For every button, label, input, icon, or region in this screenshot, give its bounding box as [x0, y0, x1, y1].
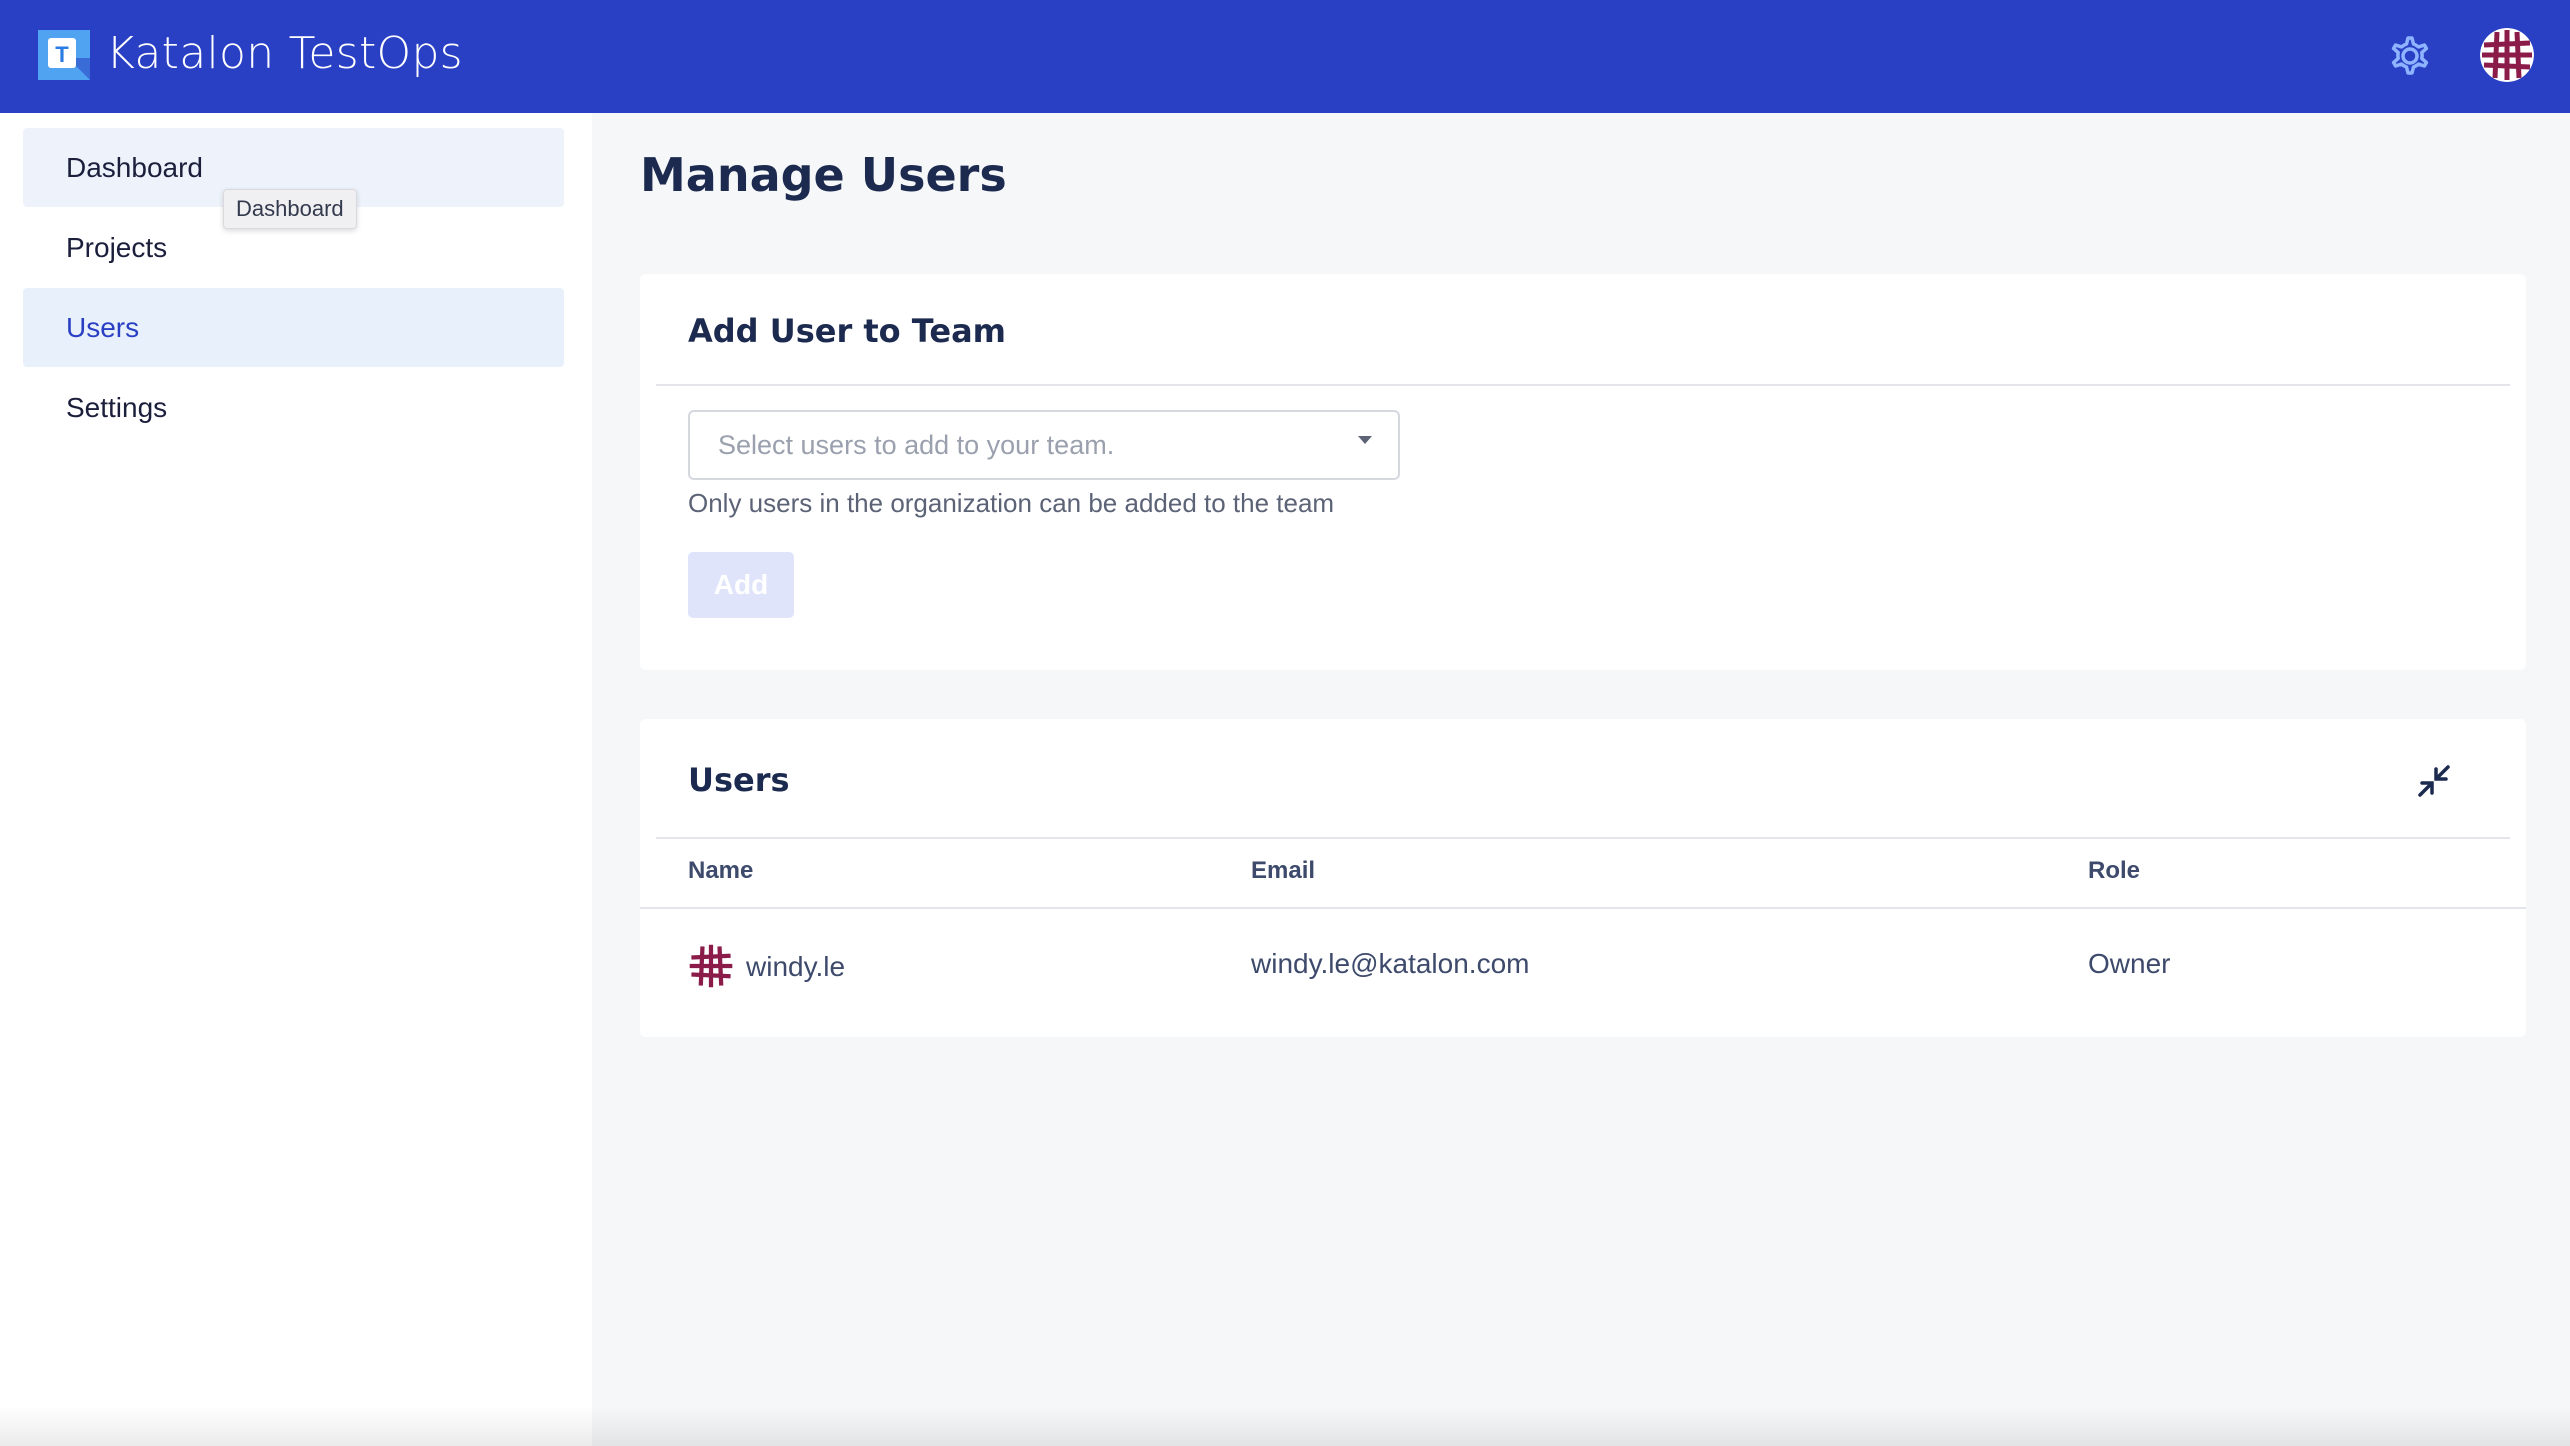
gear-icon[interactable]: [2384, 30, 2436, 82]
svg-text:T: T: [55, 42, 69, 67]
column-header-role[interactable]: Role: [2088, 857, 2140, 885]
add-user-card-title: Add User to Team: [688, 312, 1007, 350]
sidebar-item-label: Users: [66, 311, 140, 343]
avatar: [688, 943, 734, 989]
user-name[interactable]: windy.le: [746, 951, 845, 983]
column-header-email[interactable]: Email: [1251, 857, 1315, 885]
sidebar-item-label: Projects: [66, 231, 168, 263]
add-button[interactable]: Add: [688, 552, 794, 618]
sidebar-item-label: Dashboard: [66, 151, 203, 183]
user-role: Owner: [2088, 948, 2171, 979]
user-select-dropdown[interactable]: Select users to add to your team.: [688, 410, 1400, 480]
users-card-title: Users: [688, 761, 790, 799]
page-title: Manage Users: [640, 148, 1007, 202]
brand-name[interactable]: Katalon TestOps: [106, 28, 463, 79]
dashboard-tooltip: Dashboard: [223, 189, 357, 229]
users-card: Users Name Email Role windy.le windy.le@…: [640, 719, 2526, 1037]
avatar[interactable]: [2480, 28, 2534, 82]
sidebar: Dashboard Projects Users Settings: [0, 113, 592, 1446]
add-user-hint: Only users in the organization can be ad…: [688, 488, 1335, 518]
user-email: windy.le@katalon.com: [1251, 948, 1530, 979]
column-header-name[interactable]: Name: [688, 857, 753, 885]
top-navigation-bar: T Katalon TestOps: [0, 0, 2570, 113]
sidebar-item-settings[interactable]: Settings: [23, 368, 564, 447]
divider: [656, 384, 2510, 386]
sidebar-item-label: Settings: [66, 391, 168, 423]
user-select-placeholder: Select users to add to your team.: [718, 429, 1115, 460]
caret-down-icon: [1358, 436, 1372, 444]
collapse-icon[interactable]: [2414, 761, 2454, 801]
divider: [640, 907, 2526, 909]
sidebar-item-users[interactable]: Users: [23, 288, 564, 367]
katalon-logo-icon[interactable]: T: [38, 30, 90, 80]
add-user-card: Add User to Team Select users to add to …: [640, 274, 2526, 670]
divider: [656, 837, 2510, 839]
